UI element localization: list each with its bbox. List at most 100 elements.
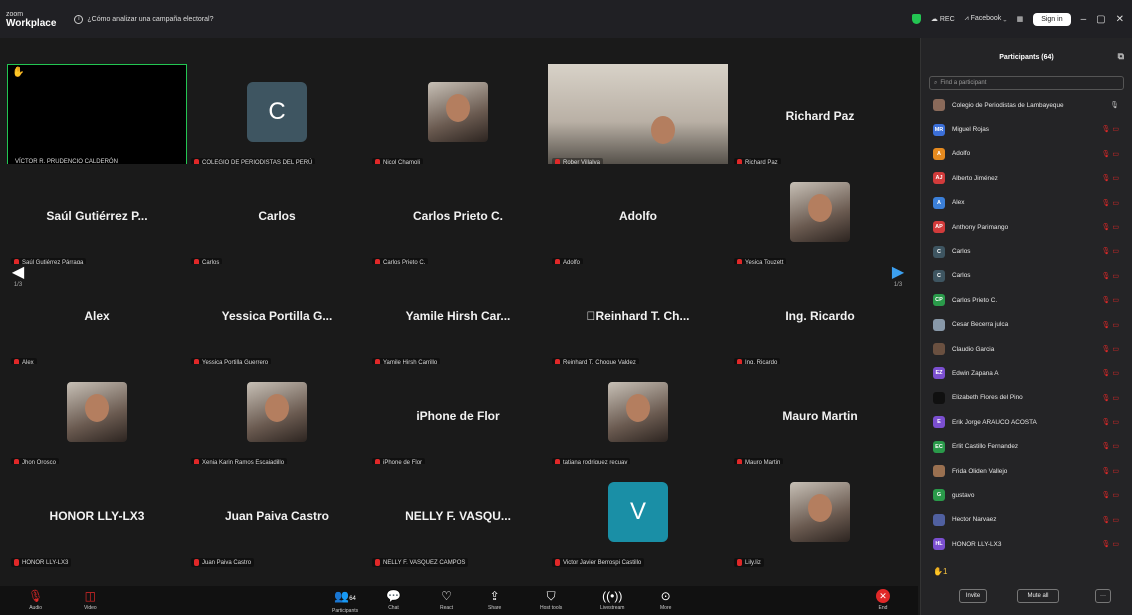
video-tile[interactable]: iPhone de Flor iPhone de Flor	[368, 364, 548, 469]
logo-bottom-text: Workplace	[6, 18, 57, 29]
initial-avatar: V	[608, 482, 668, 542]
security-shield-icon[interactable]	[911, 14, 921, 24]
livestream-button[interactable]: ((•)) Livestream	[600, 589, 624, 611]
participant-row[interactable]: Hector Narvaez 🎙 ▭	[921, 508, 1132, 532]
end-meeting-button[interactable]: ✕ End	[876, 589, 890, 611]
video-tile[interactable]: Lily.liz	[730, 464, 910, 569]
participant-avatar	[933, 99, 945, 112]
video-tile[interactable]: Alex Alex	[7, 264, 187, 369]
audio-button[interactable]: 🎙 Audio	[28, 589, 43, 611]
participant-row[interactable]: Claudio Garcia 🎙 ▭	[921, 337, 1132, 361]
participant-row[interactable]: E Erik Jorge ARAUCO ACOSTA 🎙 ▭	[921, 410, 1132, 434]
video-tile[interactable]: Ing. Ricardo Ing. Ricardo	[730, 264, 910, 369]
info-icon[interactable]: i	[74, 14, 84, 24]
participant-row[interactable]: Frida Oliden Vallejo 🎙 ▭	[921, 459, 1132, 483]
share-button[interactable]: ⇪ Share	[488, 589, 501, 611]
video-tile[interactable]: Yessica Portilla G... Yessica Portilla Gu…	[187, 264, 367, 369]
video-tile[interactable]: Nicol Chamoli	[368, 64, 548, 169]
sign-in-button[interactable]: Sign in	[1033, 12, 1071, 26]
more-button[interactable]: ⊙ More	[660, 589, 671, 611]
host-tools-button[interactable]: ⛉ Host tools	[540, 589, 562, 611]
participant-row[interactable]: A Adolfo 🎙 ▭	[921, 142, 1132, 166]
maximize-button[interactable]: ▢	[1096, 14, 1105, 25]
participants-button[interactable]: 👥64 Participants	[332, 589, 358, 614]
previous-page-button[interactable]: ◀ 1/3	[6, 262, 30, 288]
participant-row-name: Adolfo	[952, 150, 971, 158]
video-tile[interactable]: C COLEGIO DE PERIODISTAS DEL PERÚ	[187, 64, 367, 169]
participant-avatar: C	[933, 269, 945, 282]
video-tile[interactable]: Yamile Hirsh Car... Yamile Hirsh Carrillo	[368, 264, 548, 369]
video-tile[interactable]: V Victor Javier Berrospi Castillo	[548, 464, 728, 569]
participant-row[interactable]: C Carlos 🎙 ▭	[921, 264, 1132, 288]
participants-list[interactable]: Colegio de Periodistas de Lambayeque 🎙 MR M…	[921, 93, 1132, 558]
meeting-info[interactable]: i ¿Cómo analizar una campaña electoral?	[74, 14, 213, 24]
participant-row[interactable]: CP Carlos Prieto C. 🎙 ▭	[921, 288, 1132, 312]
mic-video-status-icon: 🎙 ▭	[1101, 492, 1119, 500]
video-tile[interactable]: Xenia Karin Ramos Escajadillo	[187, 364, 367, 469]
next-page-button[interactable]: ▶ 1/3	[886, 262, 910, 288]
video-tile[interactable]: tatiana rodriguez recuay	[548, 364, 728, 469]
arrow-right-icon[interactable]: ▶	[886, 262, 910, 282]
video-tile[interactable]: Jhon Orosco	[7, 364, 187, 469]
video-tile[interactable]:  Reinhard T. Ch... Reinhard T. Choque Val…	[548, 264, 728, 369]
video-tile[interactable]: Mauro Martin Mauro Martin	[730, 364, 910, 469]
participant-avatar: EC	[933, 440, 945, 453]
pop-out-icon[interactable]: ⧉	[1118, 51, 1124, 62]
video-tile[interactable]: Carlos Prieto C. Carlos Prieto C.	[368, 164, 548, 269]
profile-photo	[67, 382, 127, 442]
display-name-large: Alex	[84, 309, 110, 323]
profile-photo	[428, 82, 488, 142]
video-button[interactable]: ◫ Video	[84, 589, 97, 611]
participant-row[interactable]: AJ Alberto Jiménez 🎙 ▭	[921, 166, 1132, 190]
gallery-view-icon[interactable]: ▦	[1017, 15, 1024, 23]
panel-more-button[interactable]: ···	[1095, 589, 1111, 603]
participant-avatar: EZ	[933, 367, 945, 380]
video-tile[interactable]: Yesica Touzett	[730, 164, 910, 269]
participant-search-input[interactable]: ⌕ Find a participant	[929, 76, 1124, 90]
participant-row[interactable]: Ing. Ricardo🎙 ▭	[921, 556, 1132, 558]
chat-button[interactable]: 💬 Chat	[386, 589, 401, 611]
participant-row[interactable]: EZ Edwin Zapana A 🎙 ▭	[921, 361, 1132, 385]
mic-muted-icon	[555, 559, 560, 566]
mic-muted-icon	[14, 559, 19, 566]
participant-row-name: Miguel Rojas	[952, 126, 989, 134]
participant-row[interactable]: EC Erlit Castillo Fernandez 🎙 ▭	[921, 434, 1132, 458]
profile-photo	[790, 482, 850, 542]
video-tile[interactable]: Saúl Gutiérrez P... Saúl Gutiérrez Párrag…	[7, 164, 187, 269]
arrow-left-icon[interactable]: ◀	[6, 262, 30, 282]
profile-photo	[247, 382, 307, 442]
rec-indicator[interactable]: ☁ REC	[931, 15, 955, 23]
participant-row[interactable]: MR Miguel Rojas 🎙 ▭	[921, 117, 1132, 141]
video-tile[interactable]: Richard Paz Richard Paz	[730, 64, 910, 169]
participant-row[interactable]: HL HONOR LLY-LX3 🎙 ▭	[921, 532, 1132, 556]
facebook-stream-menu[interactable]: ⩘ Facebook ⌄	[965, 15, 1007, 23]
close-window-button[interactable]: ✕	[1116, 14, 1124, 25]
participant-row[interactable]: Ggustavo 🎙 ▭	[921, 483, 1132, 507]
mic-muted-icon: 🎙	[28, 589, 44, 603]
mic-video-status-icon: 🎙 ▭	[1101, 297, 1119, 305]
host-tools-label: Host tools	[540, 605, 563, 611]
display-name-large: Richard Paz	[785, 109, 855, 123]
mic-video-status-icon: 🎙 ▭	[1101, 223, 1119, 231]
video-tile[interactable]: Carlos Carlos	[187, 164, 367, 269]
minimize-button[interactable]: –	[1081, 14, 1087, 25]
video-tile[interactable]: Rober Villalva	[548, 64, 728, 169]
profile-photo	[790, 182, 850, 242]
video-tile[interactable]: Adolfo Adolfo	[548, 164, 728, 269]
participant-row[interactable]: AP Anthony Parimango 🎙 ▭	[921, 215, 1132, 239]
participant-row[interactable]: A Alex 🎙 ▭	[921, 191, 1132, 215]
video-tile[interactable]: NELLY F. VASQU... NELLY F. VASQUEZ CAMPOS	[368, 464, 548, 569]
video-tile[interactable]: HONOR LLY-LX3 HONOR LLY-LX3	[7, 464, 187, 569]
video-tile[interactable]: ✋ VÍCTOR R. PRUDENCIO CALDERÓN	[7, 64, 187, 169]
participant-avatar	[933, 465, 945, 478]
participant-row-name: Colegio de Periodistas de Lambayeque	[952, 101, 1064, 109]
react-button[interactable]: ♡ React	[440, 589, 453, 611]
participant-row[interactable]: C Carlos 🎙 ▭	[921, 239, 1132, 263]
participant-row[interactable]: Cesar Becerra julca 🎙 ▭	[921, 313, 1132, 337]
participant-row[interactable]: Colegio de Periodistas de Lambayeque 🎙	[921, 93, 1132, 117]
mic-video-status-icon: 🎙 ▭	[1101, 541, 1119, 549]
participant-row[interactable]: Elizabeth Flores del Pino 🎙 ▭	[921, 386, 1132, 410]
mute-all-button[interactable]: Mute all	[1017, 589, 1059, 603]
invite-button[interactable]: Invite	[959, 589, 987, 603]
video-tile[interactable]: Juan Paiva Castro Juan Paiva Castro	[187, 464, 367, 569]
